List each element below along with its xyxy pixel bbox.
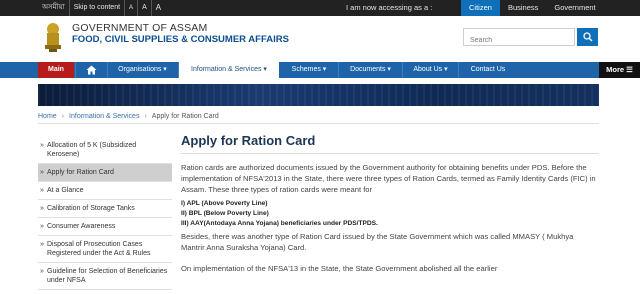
- content-paragraph: Ration cards are authorized documents is…: [181, 163, 596, 194]
- breadcrumb-home[interactable]: Home: [38, 113, 57, 120]
- content-paragraph: Besides, there was another type of Ratio…: [181, 232, 574, 252]
- sidebar-item-allocation-sko[interactable]: Allocation of 5 K (Subsidized Kerosene): [38, 137, 172, 164]
- sidebar-item-consumer-awareness[interactable]: Consumer Awareness: [38, 218, 172, 236]
- main-navigation: Main Organisations ▾ Information & Servi…: [0, 62, 640, 78]
- skip-to-content-link[interactable]: Skip to content: [70, 0, 126, 16]
- font-size-large-button[interactable]: A: [152, 0, 165, 16]
- access-prompt: I am now accessing as a :: [346, 3, 433, 12]
- page-title: Apply for Ration Card: [181, 133, 599, 154]
- department-title[interactable]: FOOD, CIVIL SUPPLIES & CONSUMER AFFAIRS: [72, 34, 289, 45]
- page-banner: [38, 84, 599, 106]
- nav-schemes[interactable]: Schemes ▾: [280, 62, 339, 78]
- search-button[interactable]: [577, 28, 598, 46]
- search-input[interactable]: [464, 32, 574, 49]
- list-item: II) BPL (Below Poverty Line): [181, 210, 269, 217]
- main-content: Apply for Ration Card Ration cards are a…: [181, 131, 599, 274]
- role-tab-business[interactable]: Business: [500, 0, 546, 16]
- breadcrumb-current: Apply for Ration Card: [151, 112, 219, 120]
- font-size-small-button[interactable]: A: [125, 0, 139, 16]
- search-box: [463, 28, 575, 49]
- list-item: I) APL (Above Poverty Line): [181, 200, 268, 207]
- nav-about-us[interactable]: About Us ▾: [403, 62, 459, 78]
- nav-home[interactable]: [75, 62, 108, 78]
- search-icon: [582, 32, 592, 42]
- nav-main-label[interactable]: Main: [38, 62, 74, 78]
- breadcrumb-information-services[interactable]: Information & Services: [69, 113, 139, 120]
- nav-documents[interactable]: Documents ▾: [339, 62, 403, 78]
- sidebar-item-calibration[interactable]: Calibration of Storage Tanks: [38, 200, 172, 218]
- language-link[interactable]: অসমীয়া: [38, 0, 70, 16]
- breadcrumb: Home › Information & Services › Apply fo…: [38, 109, 599, 124]
- home-icon: [86, 65, 97, 75]
- breadcrumb-separator-icon: ›: [61, 112, 65, 120]
- ration-card-types-list: I) APL (Above Poverty Line) II) BPL (Bel…: [181, 199, 599, 229]
- top-utility-bar: অসমীয়া Skip to content A A A I am now a…: [0, 0, 640, 16]
- state-emblem-logo[interactable]: [42, 21, 64, 53]
- role-tab-government[interactable]: Government: [546, 0, 603, 16]
- role-tab-citizen[interactable]: Citizen: [461, 0, 500, 16]
- government-title: GOVERNMENT OF ASSAM: [72, 22, 208, 34]
- list-item: III) AAY(Antodaya Anna Yojana) beneficia…: [181, 220, 378, 227]
- font-size-normal-button[interactable]: A: [138, 0, 152, 16]
- nav-organisations[interactable]: Organisations ▾: [107, 62, 179, 78]
- breadcrumb-separator-icon: ›: [144, 112, 147, 120]
- sidebar-item-guideline-selection[interactable]: Guideline for Selection of Beneficiaries…: [38, 263, 172, 290]
- site-header: GOVERNMENT OF ASSAM FOOD, CIVIL SUPPLIES…: [0, 16, 640, 62]
- nav-contact-us[interactable]: Contact Us: [459, 62, 517, 78]
- nav-information-services[interactable]: Information & Services ▾: [179, 62, 279, 78]
- nav-more-menu[interactable]: More ☰: [599, 62, 640, 78]
- sidebar-menu: Allocation of 5 K (Subsidized Kerosene) …: [38, 137, 172, 290]
- sidebar-item-disposal-prosecution[interactable]: Disposal of Prosecution Cases Registered…: [38, 236, 172, 263]
- sidebar-item-apply-ration-card[interactable]: Apply for Ration Card: [38, 164, 172, 182]
- sidebar-item-at-a-glance[interactable]: At a Glance: [38, 182, 172, 200]
- content-paragraph: On implementation of the NFSA'13 in the …: [181, 264, 498, 273]
